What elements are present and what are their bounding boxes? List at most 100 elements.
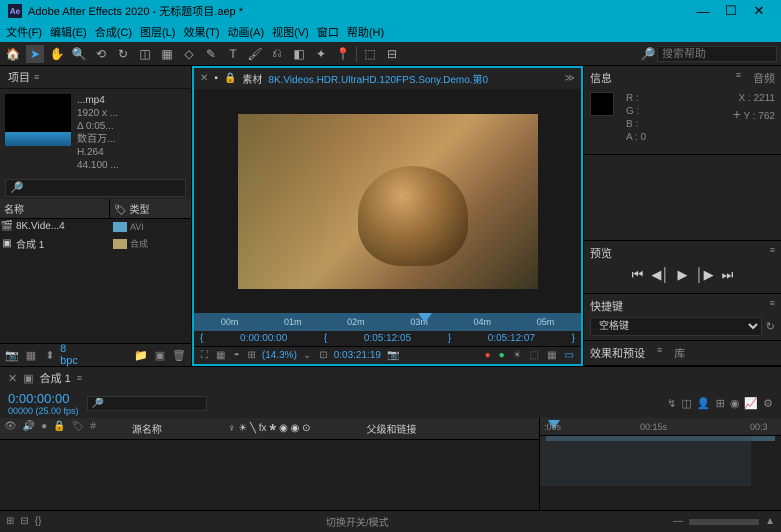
timeline-tracks[interactable] (540, 436, 781, 486)
library-tab[interactable]: 库 (674, 345, 685, 361)
roto-tool[interactable]: ✦ (312, 45, 330, 63)
grid-icon[interactable]: ▦ (214, 350, 227, 361)
list-item[interactable]: 🎬 8K.Vide...4 AVI (0, 219, 191, 234)
list-item[interactable]: ▣ 合成 1 合成 (0, 234, 191, 253)
minimize-button[interactable]: ― (689, 4, 717, 19)
current-timecode[interactable]: 0:03:21:19 (334, 350, 381, 361)
shape-tool[interactable]: ◇ (180, 45, 198, 63)
mask-icon[interactable]: ◓ (231, 350, 241, 361)
viewer-toggle-icon[interactable]: ▪ (214, 73, 218, 84)
project-tab[interactable]: 项目 (8, 69, 30, 85)
new-folder-icon[interactable]: 📁 (133, 347, 149, 363)
zoom-in-icon[interactable]: ▲ (765, 516, 775, 527)
time-start[interactable]: 0:00:00:00 (211, 333, 316, 344)
speaker-icon[interactable]: 🔊 (23, 421, 35, 436)
close-button[interactable]: ✕ (745, 3, 773, 19)
solo-icon[interactable]: ● (41, 421, 47, 436)
comp-name[interactable]: 合成 1 (40, 370, 71, 386)
menu-file[interactable]: 文件(F) (6, 24, 42, 40)
menu-animation[interactable]: 动画(A) (228, 24, 265, 40)
resolution-icon[interactable]: ⊡ (317, 350, 329, 361)
time-current[interactable]: 0:05:12:05 (335, 333, 440, 344)
first-frame-button[interactable]: ⏮ (632, 267, 644, 283)
close-comp-tab-icon[interactable]: ✕ (8, 372, 17, 385)
channels-icon[interactable]: ⊞ (246, 350, 258, 361)
menu-view[interactable]: 视图(V) (272, 24, 309, 40)
lock-icon[interactable]: 🔒 (224, 73, 236, 84)
toggle-switches-label[interactable]: 切换开关/模式 (326, 514, 389, 529)
shy-icon[interactable]: 👤 (697, 397, 711, 410)
comp-mini-flow-icon[interactable]: ↯ (667, 397, 676, 410)
text-tool[interactable]: T (224, 45, 242, 63)
hand-tool[interactable]: ✋ (48, 45, 66, 63)
brush-tool[interactable]: 🖌 (246, 45, 264, 63)
col-name[interactable]: 名称 (0, 199, 110, 218)
clone-tool[interactable]: ⎌ (268, 45, 286, 63)
playhead-icon[interactable] (418, 313, 432, 331)
timeline-search-input[interactable] (87, 396, 207, 411)
color-label[interactable] (113, 222, 127, 232)
draft3d-icon[interactable]: ◫ (681, 397, 691, 410)
toggle-modes-icon[interactable]: ⊟ (20, 516, 28, 527)
hotkey-select[interactable]: 空格键 (590, 317, 762, 336)
footage-thumbnail[interactable] (5, 94, 71, 146)
camera-tool[interactable]: ◫ (136, 45, 154, 63)
interpret-footage-icon[interactable]: 📷 (4, 347, 20, 363)
home-icon[interactable]: 🏠 (4, 45, 22, 63)
menu-layer[interactable]: 图层(L) (140, 24, 175, 40)
selection-tool[interactable]: ➤ (26, 45, 44, 63)
eraser-tool[interactable]: ◧ (290, 45, 308, 63)
puppet-tool[interactable]: 📍 (334, 45, 352, 63)
frame-blend-icon[interactable]: ⊞ (716, 397, 725, 410)
col-parent[interactable]: 父级和链接 (366, 421, 416, 436)
flow-icon[interactable]: ⬍ (42, 347, 58, 363)
region-icon[interactable]: ⬚ (528, 350, 541, 361)
green-channel-icon[interactable]: ● (497, 350, 507, 361)
brainstorm-icon[interactable]: ⚙ (763, 397, 773, 410)
viewer-time-ruler[interactable]: 00m 01m 02m 03m 04m 05m (194, 313, 581, 331)
magnify-icon[interactable]: ⛶ (199, 350, 210, 361)
zoom-out-icon[interactable]: — (673, 516, 683, 527)
maximize-button[interactable]: ☐ (717, 3, 745, 19)
help-search-input[interactable] (657, 46, 777, 62)
col-type[interactable]: 🏷 类型 (110, 199, 191, 218)
zoom-percent[interactable]: (14.3%) (262, 350, 297, 361)
graph-editor-icon[interactable]: 📈 (744, 397, 758, 410)
play-button[interactable]: ▶ (678, 267, 688, 283)
orbit-tool[interactable]: ⟲ (92, 45, 110, 63)
toggle-in-out-icon[interactable]: {} (35, 516, 42, 527)
bpc-label[interactable]: 8 bpc (61, 347, 77, 363)
toggle-switches-icon[interactable]: ⊞ (6, 516, 14, 527)
lock-col-icon[interactable]: 🔒 (53, 421, 65, 436)
rotate-tool[interactable]: ↻ (114, 45, 132, 63)
exposure-icon[interactable]: ☀ (511, 350, 524, 361)
info-tab[interactable]: 信息 (590, 70, 612, 86)
close-tab-icon[interactable]: ✕ (200, 73, 208, 84)
pen-tool[interactable]: ✎ (202, 45, 220, 63)
project-search-input[interactable] (5, 179, 186, 197)
timeline-timecode[interactable]: 0:00:00:00 (8, 391, 79, 406)
zoom-tool[interactable]: 🔍 (70, 45, 88, 63)
arrows-icon[interactable]: ≫ (565, 73, 575, 84)
snap2-icon[interactable]: ⊟ (383, 45, 401, 63)
hotkey-tab[interactable]: 快捷键 (590, 298, 623, 314)
next-frame-button[interactable]: │▶ (696, 267, 714, 283)
motion-blur-icon[interactable]: ◉ (730, 397, 740, 410)
menu-window[interactable]: 窗口 (317, 24, 339, 40)
active-camera-icon[interactable]: ▭ (563, 350, 576, 361)
transparency-icon[interactable]: ▦ (545, 350, 558, 361)
snapshot-icon[interactable]: 📷 (385, 350, 401, 361)
viewer-canvas[interactable] (194, 89, 581, 313)
col-source-name[interactable]: 源名称 (132, 421, 162, 436)
audio-tab[interactable]: 音频 (753, 70, 775, 86)
trash-icon[interactable]: 🗑 (171, 347, 187, 363)
menu-help[interactable]: 帮助(H) (347, 24, 384, 40)
panel-menu-icon[interactable]: ≡ (34, 72, 39, 82)
effects-tab[interactable]: 效果和预设 (590, 345, 645, 361)
panel-menu-icon[interactable]: ≡ (77, 373, 82, 383)
red-channel-icon[interactable]: ● (483, 350, 493, 361)
eye-icon[interactable]: 👁 (4, 421, 17, 436)
loop-icon[interactable]: ↻ (766, 320, 775, 333)
preview-tab[interactable]: 预览 (590, 245, 612, 261)
timeline-ruler[interactable]: :00s 00:15s 00:3 (540, 418, 781, 436)
